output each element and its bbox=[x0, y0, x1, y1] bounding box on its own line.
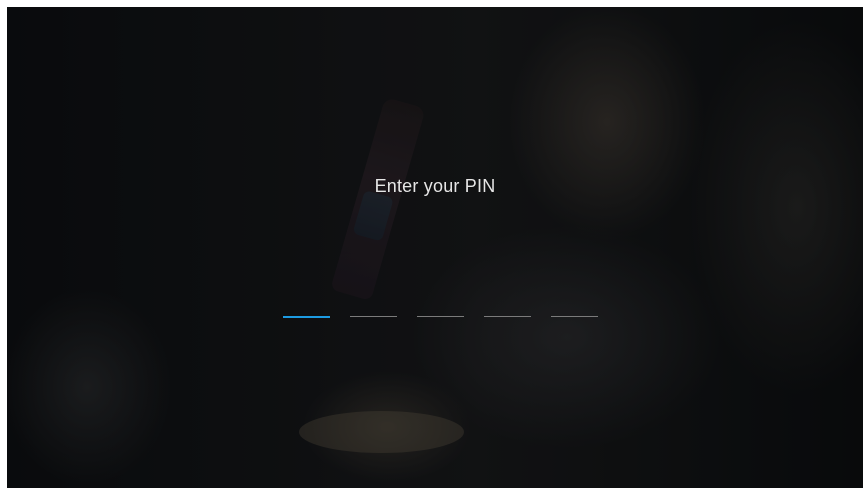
pin-title: Enter your PIN bbox=[374, 176, 496, 196]
dim-overlay bbox=[7, 7, 863, 488]
pin-digit-slot-2[interactable] bbox=[350, 316, 397, 317]
pin-digit-slot-4[interactable] bbox=[484, 316, 531, 317]
pin-digit-slot-1[interactable] bbox=[283, 316, 330, 318]
pin-digit-slot-5[interactable] bbox=[551, 316, 598, 317]
pin-input[interactable] bbox=[283, 316, 598, 320]
pin-screen: Enter your PIN bbox=[7, 7, 863, 488]
pin-digit-slot-3[interactable] bbox=[417, 316, 464, 317]
